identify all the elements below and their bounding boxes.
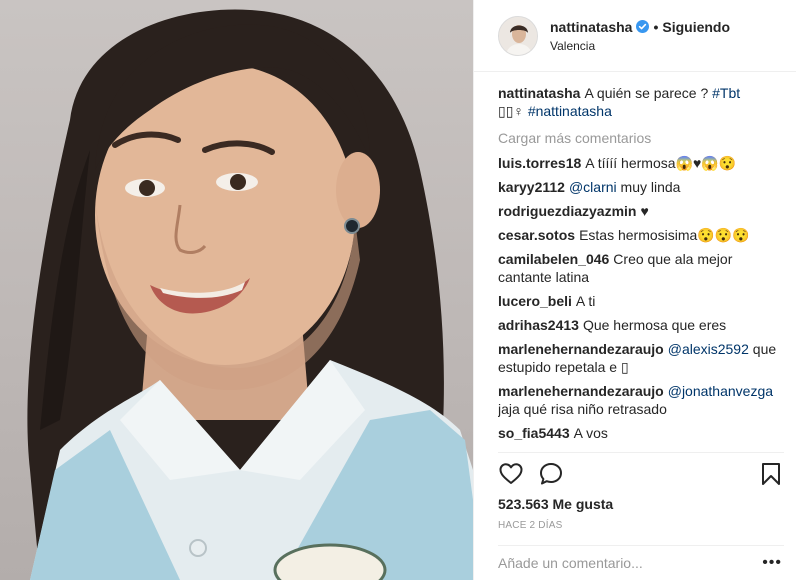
- likes-count[interactable]: 523.563 Me gusta: [498, 496, 613, 512]
- avatar-image: [499, 16, 537, 55]
- header-text: nattinatasha • Siguiendo Valencia: [550, 19, 730, 53]
- mention-link[interactable]: @alexis2592: [668, 341, 749, 357]
- comment-username[interactable]: marlenehernandezaraujo: [498, 341, 664, 357]
- comment-text: Estas hermosisima😯😯😯: [579, 227, 750, 243]
- comment: adrihas2413 Que hermosa que eres: [498, 316, 782, 334]
- photo-illustration: [27, 9, 473, 580]
- comment-username[interactable]: adrihas2413: [498, 317, 579, 333]
- comment-username[interactable]: so_fia5443: [498, 425, 570, 441]
- comment-text: ♥: [640, 203, 649, 219]
- comment: so_fia5443 A vos: [498, 424, 782, 442]
- caption-text: A quién se parece ?: [584, 85, 713, 101]
- header-separator: •: [653, 18, 659, 35]
- comment: marlenehernandezaraujo @jonathanvezga jaj…: [498, 382, 782, 418]
- caption: nattinatasha A quién se parece ? #Tbt ▯▯♀…: [498, 84, 782, 120]
- comment: karyy2112 @clarni muy linda: [498, 178, 782, 196]
- comment: lucero_beli A ti: [498, 292, 782, 310]
- mention-link[interactable]: @jonathanvezga: [668, 383, 773, 399]
- comment-text: A vos: [573, 425, 608, 441]
- comment: camilabelen_046 Creo que ala mejor cantan…: [498, 250, 782, 286]
- comment-username[interactable]: karyy2112: [498, 179, 565, 195]
- comment-text: jaja qué risa niño retrasado: [498, 401, 667, 417]
- instagram-post: nattinatasha • Siguiendo Valencia nattin…: [0, 0, 796, 580]
- post-side-panel: nattinatasha • Siguiendo Valencia nattin…: [473, 0, 796, 580]
- comment: cesar.sotos Estas hermosisima😯😯😯: [498, 226, 782, 244]
- bookmark-icon[interactable]: [758, 461, 784, 487]
- comment-username[interactable]: rodriguezdiazyazmin: [498, 203, 636, 219]
- comment-text: muy linda: [616, 179, 681, 195]
- post-header: nattinatasha • Siguiendo Valencia: [474, 0, 796, 72]
- comment-text: A tíííí hermosa😱♥😱😯: [585, 155, 737, 171]
- verified-badge-icon: [636, 20, 650, 33]
- comment-input[interactable]: [498, 555, 758, 571]
- location-link[interactable]: Valencia: [550, 39, 730, 53]
- comment-username[interactable]: camilabelen_046: [498, 251, 609, 267]
- comment: luis.torres18 A tíííí hermosa😱♥😱😯: [498, 154, 782, 172]
- comment-username[interactable]: marlenehernandezaraujo: [498, 383, 664, 399]
- caption-emojis: ▯▯♀: [498, 103, 524, 119]
- caption-username[interactable]: nattinatasha: [498, 85, 580, 101]
- author-username[interactable]: nattinatasha: [550, 19, 632, 35]
- hashtag-link[interactable]: #nattinatasha: [528, 103, 612, 119]
- more-options-icon[interactable]: •••: [762, 554, 782, 572]
- speech-bubble-icon[interactable]: [538, 461, 564, 487]
- following-button[interactable]: Siguiendo: [662, 19, 730, 35]
- post-photo[interactable]: [0, 0, 473, 580]
- comment: marlenehernandezaraujo @alexis2592 que es…: [498, 340, 782, 376]
- comments-list[interactable]: nattinatasha A quién se parece ? #Tbt ▯▯♀…: [498, 84, 782, 448]
- hashtag-link[interactable]: #Tbt: [712, 85, 740, 101]
- header-row: nattinatasha • Siguiendo: [550, 19, 730, 35]
- comment-text: A ti: [575, 293, 596, 309]
- comment-username[interactable]: cesar.sotos: [498, 227, 575, 243]
- mention-link[interactable]: @clarni: [569, 179, 617, 195]
- comment-username[interactable]: luis.torres18: [498, 155, 581, 171]
- heart-icon[interactable]: [498, 461, 524, 487]
- load-more-comments-button[interactable]: Cargar más comentarios: [498, 129, 782, 147]
- add-comment-bar: •••: [498, 545, 784, 580]
- post-timestamp[interactable]: HACE 2 DÍAS: [498, 520, 562, 531]
- comment-text: Que hermosa que eres: [582, 317, 727, 333]
- comment: rodriguezdiazyazmin ♥: [498, 202, 782, 220]
- avatar[interactable]: [498, 15, 538, 56]
- comment-username[interactable]: lucero_beli: [498, 293, 572, 309]
- action-bar: [498, 452, 784, 496]
